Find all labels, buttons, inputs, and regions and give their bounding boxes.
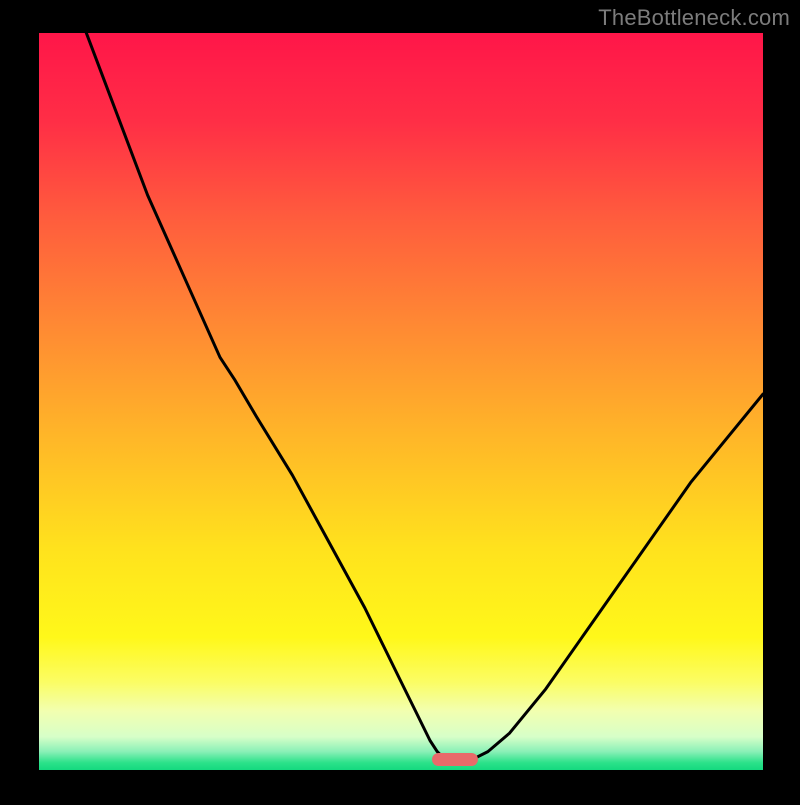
plot-area [39,33,763,770]
bottleneck-curve [39,33,763,770]
watermark-text: TheBottleneck.com [598,5,790,31]
optimal-marker [432,753,478,766]
